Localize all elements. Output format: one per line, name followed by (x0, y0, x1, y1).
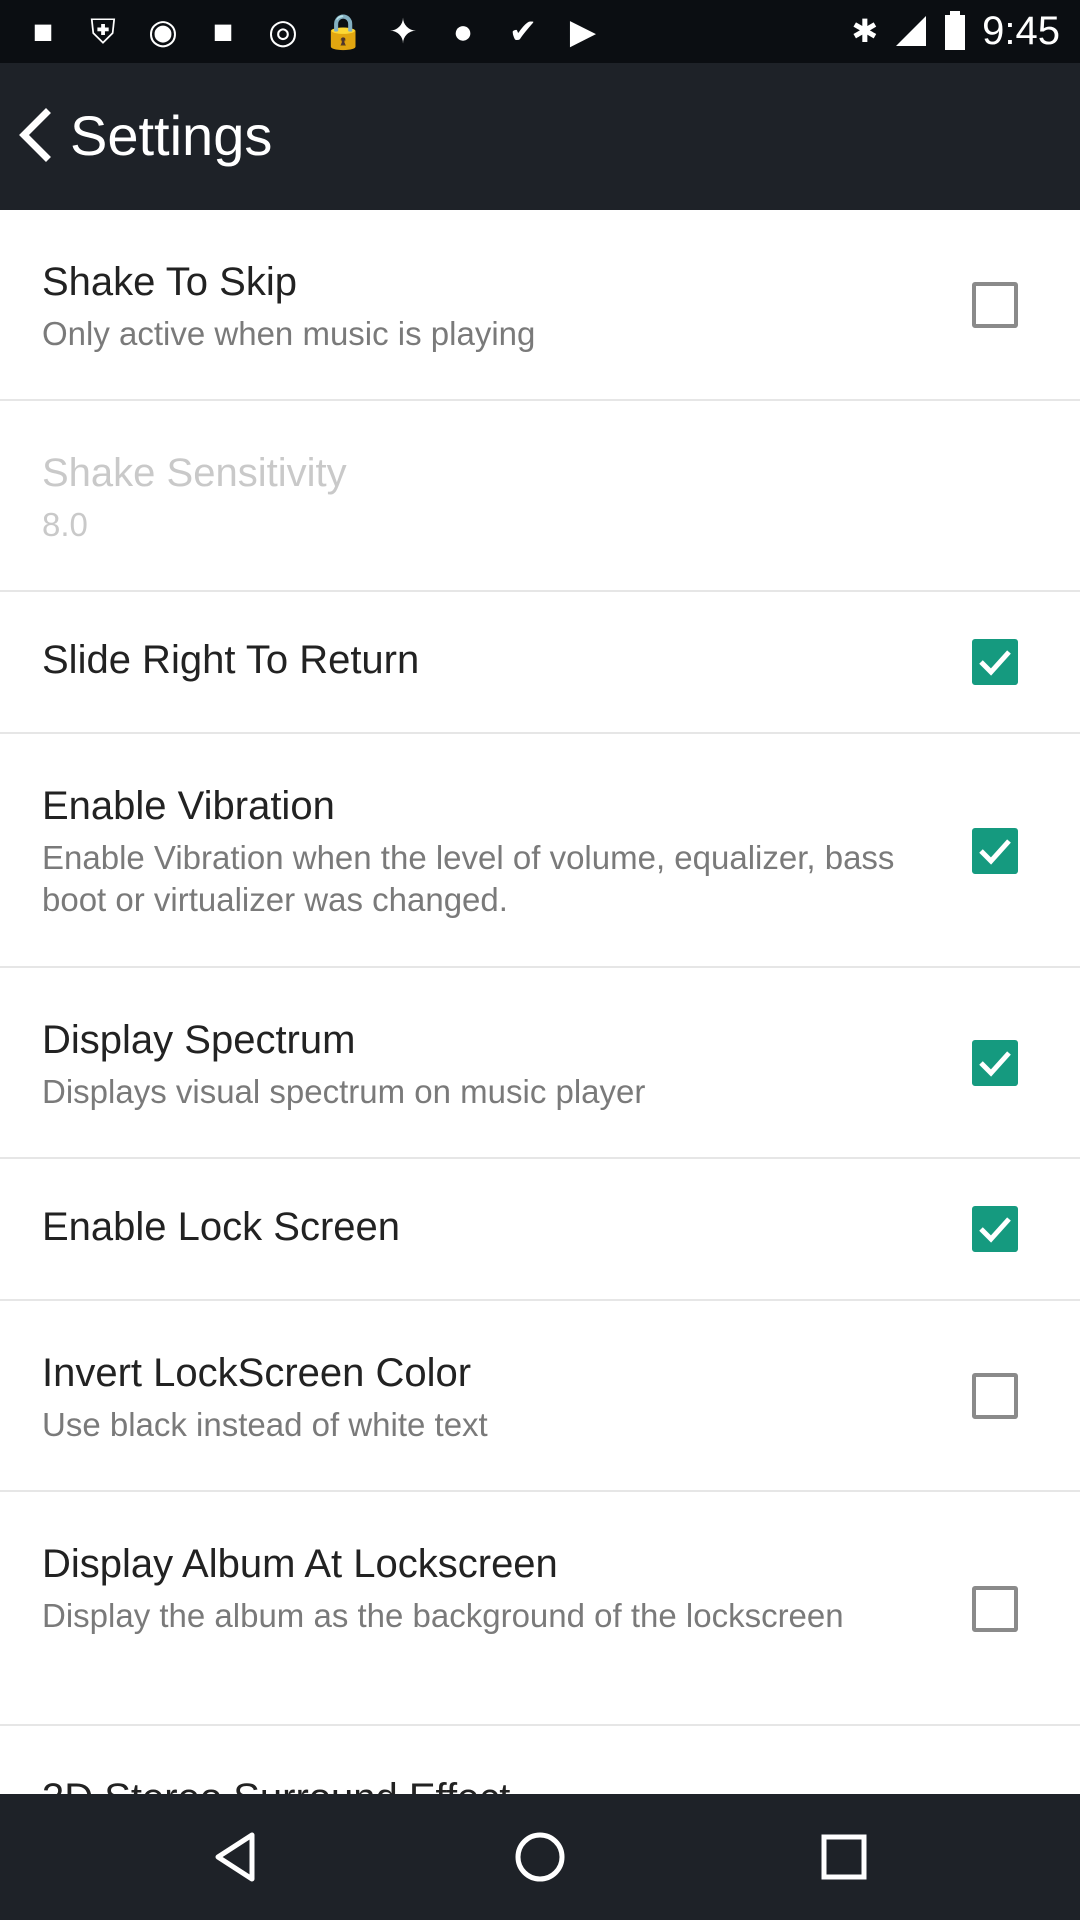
satellite-icon: ✦ (388, 13, 418, 51)
setting-title: Slide Right To Return (42, 638, 420, 682)
media-icon: ◉ (148, 13, 178, 51)
page-title: Settings (70, 104, 273, 167)
setting-title: Invert LockScreen Color (42, 1351, 472, 1395)
setting-slide-right-to-return[interactable]: Slide Right To Return (0, 592, 1080, 734)
setting-summary: Display the album as the background of t… (42, 1597, 844, 1634)
setting-summary: 8.0 (42, 506, 88, 543)
setting-shake-sensitivity: Shake Sensitivity 8.0 (0, 401, 1080, 592)
home-icon[interactable] (510, 1827, 570, 1887)
settings-list[interactable]: Shake To Skip Only active when music is … (0, 210, 1080, 1794)
status-bar: ■ ⛨ ◉ ■ ◎ 🔒 ✦ ● ✔ ▶ ✱ 9:45 (0, 0, 1080, 63)
setting-summary: Only active when music is playing (42, 315, 536, 352)
setting-title: Display Spectrum (42, 1018, 356, 1062)
messenger-icon: ● (452, 13, 474, 51)
enable-lock-screen-checkbox[interactable] (972, 1206, 1018, 1252)
check-icon (979, 1051, 1011, 1077)
setting-shake-to-skip[interactable]: Shake To Skip Only active when music is … (0, 210, 1080, 401)
check-icon (979, 839, 1011, 865)
back-icon[interactable] (206, 1827, 266, 1887)
app-bar: Settings (0, 63, 1080, 210)
display-spectrum-checkbox[interactable] (972, 1040, 1018, 1086)
vpn-icon: ◎ (268, 13, 298, 51)
setting-title: Display Album At Lockscreen (42, 1542, 558, 1586)
setting-title: Enable Lock Screen (42, 1205, 401, 1249)
shield-icon: ⛨ (90, 13, 116, 51)
setting-summary: Enable Vibration when the level of volum… (42, 839, 895, 918)
navigation-bar (0, 1794, 1080, 1920)
check-icon (979, 1217, 1011, 1243)
setting-title: Enable Vibration (42, 784, 335, 828)
setting-summary: Use black instead of white text (42, 1406, 488, 1443)
setting-invert-lockscreen-color[interactable]: Invert LockScreen Color Use black instea… (0, 1301, 1080, 1492)
lock-icon: 🔒 (322, 13, 365, 51)
check-icon (979, 650, 1011, 676)
clock: 9:45 (982, 9, 1060, 53)
play-store-icon: ▶ (569, 13, 597, 51)
setting-3d-stereo-surround-effect[interactable]: 3D Stereo Surround Effect (0, 1726, 1080, 1794)
setting-summary: Displays visual spectrum on music player (42, 1073, 646, 1110)
check-icon: ✔ (508, 13, 538, 51)
system-status: ✱ 9:45 (851, 8, 1060, 54)
signal-icon (896, 16, 927, 46)
setting-display-spectrum[interactable]: Display Spectrum Displays visual spectru… (0, 968, 1080, 1159)
setting-enable-vibration[interactable]: Enable Vibration Enable Vibration when t… (0, 734, 1080, 968)
shake-to-skip-checkbox[interactable] (972, 282, 1018, 328)
slide-right-to-return-checkbox[interactable] (972, 639, 1018, 685)
setting-title: 3D Stereo Surround Effect (42, 1776, 510, 1794)
setting-title: Shake Sensitivity (42, 451, 347, 495)
setting-enable-lock-screen[interactable]: Enable Lock Screen (0, 1159, 1080, 1301)
flipboard-icon: ■ (32, 13, 54, 51)
invert-lockscreen-color-checkbox[interactable] (972, 1373, 1018, 1419)
setting-title: Shake To Skip (42, 260, 297, 304)
display-album-at-lockscreen-checkbox[interactable] (972, 1586, 1018, 1632)
recents-icon[interactable] (814, 1827, 874, 1887)
setting-display-album-at-lockscreen[interactable]: Display Album At Lockscreen Display the … (0, 1492, 1080, 1726)
battery-icon (945, 11, 966, 50)
back-arrow-icon[interactable] (10, 103, 60, 167)
notification-icons: ■ ⛨ ◉ ■ ◎ 🔒 ✦ ● ✔ ▶ (22, 12, 604, 52)
flipboard-icon: ■ (212, 13, 234, 51)
enable-vibration-checkbox[interactable] (972, 828, 1018, 874)
bluetooth-icon: ✱ (851, 13, 879, 49)
